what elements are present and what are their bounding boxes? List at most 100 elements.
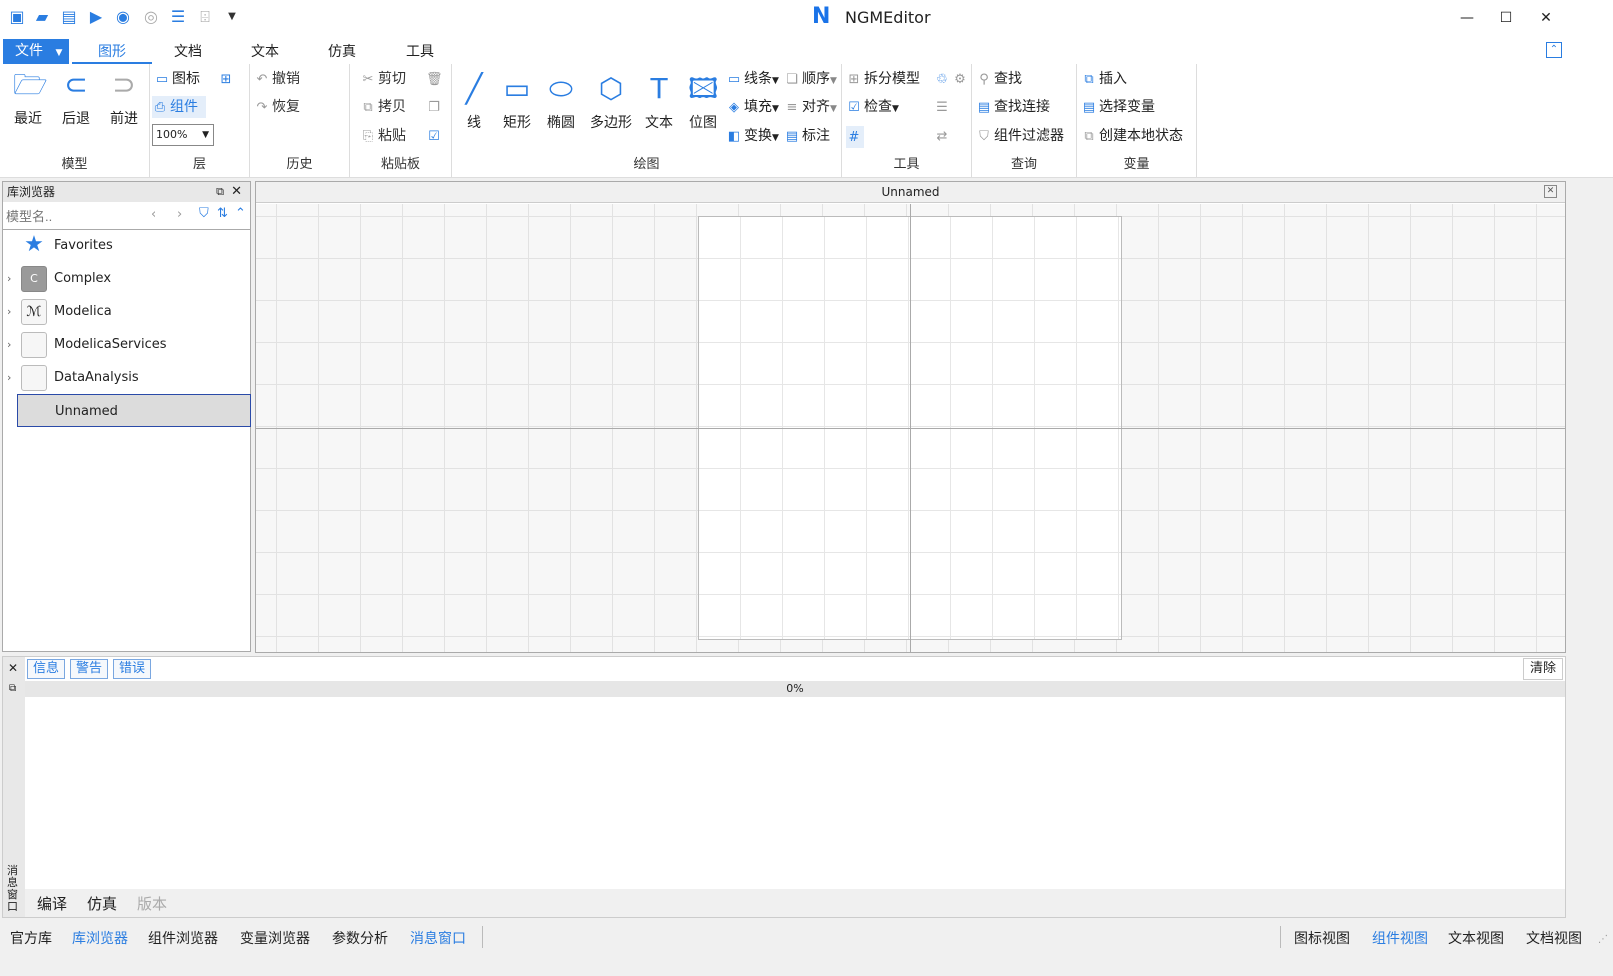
settings-sliders-icon[interactable]: ☰ — [169, 8, 187, 26]
close-button[interactable]: ✕ — [1531, 6, 1561, 30]
save-icon[interactable]: ▤ — [60, 8, 78, 26]
zoom-select[interactable]: 100% ▼ — [152, 124, 214, 146]
find-button[interactable]: ⚲ 查找 — [976, 68, 1022, 90]
forward-button[interactable]: ⊃ 前进 — [106, 70, 142, 128]
file-menu[interactable]: 文件 ▼ — [3, 39, 69, 64]
expand-arrow-icon[interactable]: › — [7, 361, 11, 394]
annotate-button[interactable]: ▤ 标注 — [784, 125, 830, 147]
status-official-library[interactable]: 官方库 — [10, 928, 52, 948]
tab-info[interactable]: 信息 — [27, 659, 66, 679]
maximize-button[interactable]: ☐ — [1491, 6, 1521, 30]
bitmap-tool-button[interactable]: 🖾 位图 — [686, 74, 720, 132]
status-icon-view[interactable]: 图标视图 — [1294, 928, 1350, 948]
tab-error[interactable]: 错误 — [113, 659, 152, 679]
tab-tools[interactable]: 工具 — [380, 40, 460, 64]
find-connection-button[interactable]: ▤ 查找连接 — [976, 96, 1050, 118]
sort-icon[interactable]: ⇅ — [217, 206, 228, 221]
status-parameter-analysis[interactable]: 参数分析 — [332, 928, 388, 948]
back-button[interactable]: ⊂ 后退 — [58, 70, 94, 128]
open-folder-icon[interactable]: ▰ — [33, 8, 51, 26]
tree-item-modelicaservices[interactable]: › ModelicaServices — [3, 328, 250, 361]
select-variable-button[interactable]: ▤ 选择变量 — [1081, 96, 1155, 118]
tab-compile[interactable]: 编译 — [37, 891, 67, 917]
expand-arrow-icon[interactable]: › — [7, 328, 11, 361]
next-result-icon[interactable]: › — [177, 207, 182, 222]
text-tool-button[interactable]: T 文本 — [642, 74, 676, 132]
component-filter-button[interactable]: ⛉ 组件过滤器 — [976, 125, 1064, 147]
float-panel-icon[interactable]: ⧉ — [9, 683, 16, 694]
tree-item-unnamed[interactable]: Unnamed — [17, 394, 251, 427]
delete-button[interactable]: 🗑 — [426, 68, 444, 90]
tab-version[interactable]: 版本 — [137, 891, 167, 917]
filter-icon[interactable]: ⛉ — [199, 206, 209, 221]
connect-button[interactable]: ⇄ — [934, 125, 952, 147]
stop-icon[interactable]: ◎ — [142, 8, 160, 26]
icon-layer-button[interactable]: ▭ 图标 — [154, 68, 200, 90]
tab-simulate[interactable]: 仿真 — [87, 891, 117, 917]
select-all-button[interactable]: ☑ — [426, 125, 444, 147]
tree-item-favorites[interactable]: ★ Favorites — [3, 229, 250, 262]
editor-tab-title[interactable]: Unnamed — [881, 185, 939, 199]
copy-button[interactable]: ⧉ 拷贝 — [360, 96, 406, 118]
code-icon[interactable]: ⌹ — [196, 8, 214, 26]
status-library-browser[interactable]: 库浏览器 — [72, 928, 128, 948]
resize-grip-icon[interactable]: ⋰ — [1598, 934, 1608, 945]
refresh-button[interactable]: ♲ — [934, 68, 952, 90]
redo-button[interactable]: ↷ 恢复 — [254, 96, 300, 118]
status-document-view[interactable]: 文档视图 — [1526, 928, 1582, 948]
ellipse-tool-button[interactable]: ⬭ 椭圆 — [544, 74, 578, 132]
split-model-button[interactable]: ⊞ 拆分模型 — [846, 68, 920, 90]
undo-button[interactable]: ↶ 撤销 — [254, 68, 300, 90]
paste-button[interactable]: ⎘ 粘贴 — [360, 125, 406, 147]
polygon-tool-button[interactable]: ⬡ 多边形 — [586, 74, 636, 132]
align-button[interactable]: ≡ 对齐▼ — [784, 96, 837, 118]
cut-button[interactable]: ✂ 剪切 — [360, 68, 406, 90]
insert-button[interactable]: ⧉ 插入 — [1081, 68, 1127, 90]
tab-text[interactable]: 文本 — [225, 40, 305, 64]
close-editor-icon[interactable]: ✕ — [1544, 185, 1557, 198]
status-component-view[interactable]: 组件视图 — [1372, 928, 1428, 948]
status-message-window[interactable]: 消息窗口 — [410, 928, 466, 948]
diagram-canvas[interactable] — [256, 204, 1565, 652]
fill-button[interactable]: ◈ 填充▼ — [726, 96, 779, 118]
transform-button[interactable]: ◧ 变换▼ — [726, 125, 779, 147]
status-text-view[interactable]: 文本视图 — [1448, 928, 1504, 948]
prev-result-icon[interactable]: ‹ — [151, 207, 156, 222]
create-local-state-button[interactable]: ⧉ 创建本地状态 — [1081, 125, 1183, 147]
tree-item-modelica[interactable]: › ℳ Modelica — [3, 295, 250, 328]
customize-dropdown-icon[interactable]: ▼ — [223, 8, 241, 26]
expand-arrow-icon[interactable]: › — [7, 262, 11, 295]
check-button[interactable]: ☑ 检查▼ — [846, 96, 899, 118]
float-panel-icon[interactable]: ⧉ — [216, 182, 224, 202]
tab-document[interactable]: 文档 — [148, 40, 228, 64]
new-file-icon[interactable]: ▣ — [8, 8, 26, 26]
settings-gear-button[interactable]: ⚙ — [952, 68, 970, 90]
grid-toggle-button[interactable]: ⊞ — [218, 68, 236, 90]
tab-warning[interactable]: 警告 — [70, 659, 109, 679]
expand-arrow-icon[interactable]: › — [7, 295, 11, 328]
recent-button[interactable]: 🗁 最近 — [10, 70, 48, 128]
stroke-button[interactable]: ▭ 线条▼ — [726, 68, 779, 90]
close-panel-icon[interactable]: ✕ — [231, 182, 242, 202]
order-button[interactable]: ❏ 顺序▼ — [784, 68, 837, 90]
collapse-ribbon-icon[interactable]: ⌃ — [1546, 42, 1562, 58]
grid-snap-button[interactable]: # — [846, 126, 864, 148]
clear-button[interactable]: 清除 — [1522, 658, 1563, 680]
tree-item-complex[interactable]: › C Complex — [3, 262, 250, 295]
list-button[interactable]: ☰ — [934, 96, 952, 118]
status-variable-browser[interactable]: 变量浏览器 — [240, 928, 310, 948]
duplicate-button[interactable]: ❐ — [426, 96, 444, 118]
simulate-icon[interactable]: ◉ — [114, 8, 132, 26]
close-panel-icon[interactable]: ✕ — [8, 661, 18, 675]
tab-simulation[interactable]: 仿真 — [302, 40, 382, 64]
minimize-button[interactable]: — — [1452, 6, 1482, 30]
status-component-browser[interactable]: 组件浏览器 — [148, 928, 218, 948]
line-tool-button[interactable]: ╱ 线 — [458, 74, 490, 132]
run-icon[interactable]: ▶ — [87, 8, 105, 26]
rect-tool-button[interactable]: ▭ 矩形 — [500, 74, 534, 132]
collapse-all-icon[interactable]: ⌃ — [235, 206, 246, 221]
tree-item-dataanalysis[interactable]: › DataAnalysis — [3, 361, 250, 394]
library-search-input[interactable] — [3, 205, 143, 227]
component-layer-button[interactable]: ⎙ 组件 — [152, 96, 206, 118]
tab-graphics[interactable]: 图形 — [72, 40, 152, 64]
